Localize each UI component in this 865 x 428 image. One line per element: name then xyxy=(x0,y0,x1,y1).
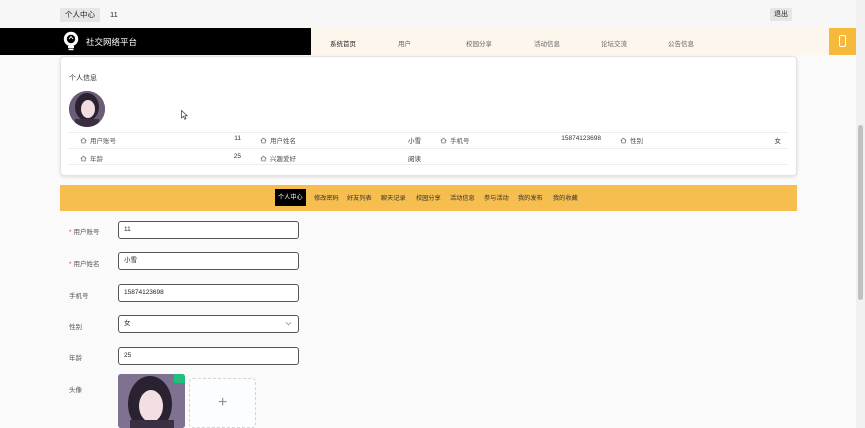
brand-name: 社交网络平台 xyxy=(86,37,138,47)
lightbulb-icon xyxy=(63,31,79,51)
personal-info-title: 个人信息 xyxy=(69,75,97,82)
nav-item-users[interactable]: 用户 xyxy=(398,38,411,48)
info-field-label: 年龄 xyxy=(90,156,103,163)
scrollbar-thumb[interactable] xyxy=(858,125,863,300)
tab-chat-history[interactable]: 聊天记录 xyxy=(381,193,406,202)
tab-user-center[interactable]: 个人中心 xyxy=(275,189,306,206)
nav-item-forum[interactable]: 论坛交流 xyxy=(601,38,627,48)
home-icon xyxy=(80,137,87,143)
info-field-label: 用户姓名 xyxy=(270,138,296,145)
name-label: * 用户姓名 xyxy=(69,261,100,268)
nav-item-announcements[interactable]: 公告信息 xyxy=(668,38,694,48)
info-field-account: 用户账号 xyxy=(80,135,116,145)
age-input[interactable]: 25 xyxy=(118,347,299,365)
info-divider xyxy=(69,132,788,133)
user-center-subnav: 个人中心 修改密码 好友列表 聊天记录 校园分享 活动信息 参与活动 我的发布 … xyxy=(60,185,797,211)
avatar-upload-button[interactable]: + xyxy=(189,378,256,428)
brand[interactable]: 社交网络平台 xyxy=(0,28,311,55)
info-field-hobby: 兴趣爱好 xyxy=(260,153,296,163)
info-divider xyxy=(69,148,788,149)
info-field-gender: 性别 xyxy=(620,135,643,145)
nav-item-campus-share[interactable]: 校园分享 xyxy=(466,38,492,48)
info-field-phone: 手机号 xyxy=(440,135,470,145)
tab-change-password[interactable]: 修改密码 xyxy=(314,193,339,202)
account-label: * 用户账号 xyxy=(69,229,100,236)
info-field-value: 15874123698 xyxy=(561,135,601,142)
home-icon xyxy=(440,137,447,143)
home-icon xyxy=(620,137,627,143)
avatar-preview[interactable] xyxy=(118,374,185,428)
phone-input[interactable]: 15874123698 xyxy=(118,284,299,302)
nav-item-activities[interactable]: 活动信息 xyxy=(534,38,560,48)
avatar xyxy=(69,91,105,127)
home-icon xyxy=(260,137,267,143)
account-input[interactable]: 11 xyxy=(118,221,299,239)
personal-info-card: 个人信息 用户账号 11 用户姓名 小雪 手机号 15874123698 性别 … xyxy=(60,56,797,176)
tab-my-favorites[interactable]: 我的收藏 xyxy=(553,193,578,202)
contact-button[interactable] xyxy=(829,28,856,55)
logout-button[interactable]: 退出 xyxy=(770,8,792,21)
user-center-button[interactable]: 个人中心 xyxy=(60,8,100,22)
info-field-label: 兴趣爱好 xyxy=(270,156,296,163)
tab-activity-info[interactable]: 活动信息 xyxy=(450,193,475,202)
info-field-label: 用户账号 xyxy=(90,138,116,145)
home-icon xyxy=(260,155,267,161)
phone-icon xyxy=(839,35,846,47)
name-input[interactable]: 小雪 xyxy=(118,252,299,270)
gender-select-value: 女 xyxy=(124,320,131,327)
tab-campus-share[interactable]: 校园分享 xyxy=(416,193,441,202)
info-divider xyxy=(69,164,788,165)
gender-select[interactable]: 女 xyxy=(118,315,299,333)
home-icon xyxy=(80,155,87,161)
avatar-label: 头像 xyxy=(69,387,82,394)
info-field-value: 女 xyxy=(774,138,782,145)
info-field-value: 11 xyxy=(234,135,241,142)
gender-label: 性别 xyxy=(69,324,82,331)
upload-success-badge xyxy=(174,374,185,383)
user-id-label: 11 xyxy=(110,10,118,19)
info-field-value: 阅读 xyxy=(408,156,421,163)
info-field-label: 手机号 xyxy=(450,138,470,145)
main-navbar: 社交网络平台 系统首页 用户 校园分享 活动信息 论坛交流 公告信息 xyxy=(0,28,856,55)
tab-join-activity[interactable]: 参与活动 xyxy=(484,193,509,202)
phone-label: 手机号 xyxy=(69,293,89,300)
info-field-label: 性别 xyxy=(630,138,643,145)
tab-my-posts[interactable]: 我的发布 xyxy=(518,193,543,202)
age-label: 年龄 xyxy=(69,355,82,362)
nav-item-home[interactable]: 系统首页 xyxy=(330,38,356,48)
chevron-down-icon xyxy=(285,321,292,326)
top-bar: 个人中心 11 退出 xyxy=(0,0,856,28)
mouse-cursor-icon xyxy=(181,110,188,120)
info-field-name: 用户姓名 xyxy=(260,135,296,145)
info-field-value: 小雪 xyxy=(408,138,421,145)
tab-friend-list[interactable]: 好友列表 xyxy=(347,193,372,202)
info-field-value: 25 xyxy=(233,153,241,160)
info-field-age: 年龄 xyxy=(80,153,103,163)
scrollbar[interactable] xyxy=(856,0,865,428)
